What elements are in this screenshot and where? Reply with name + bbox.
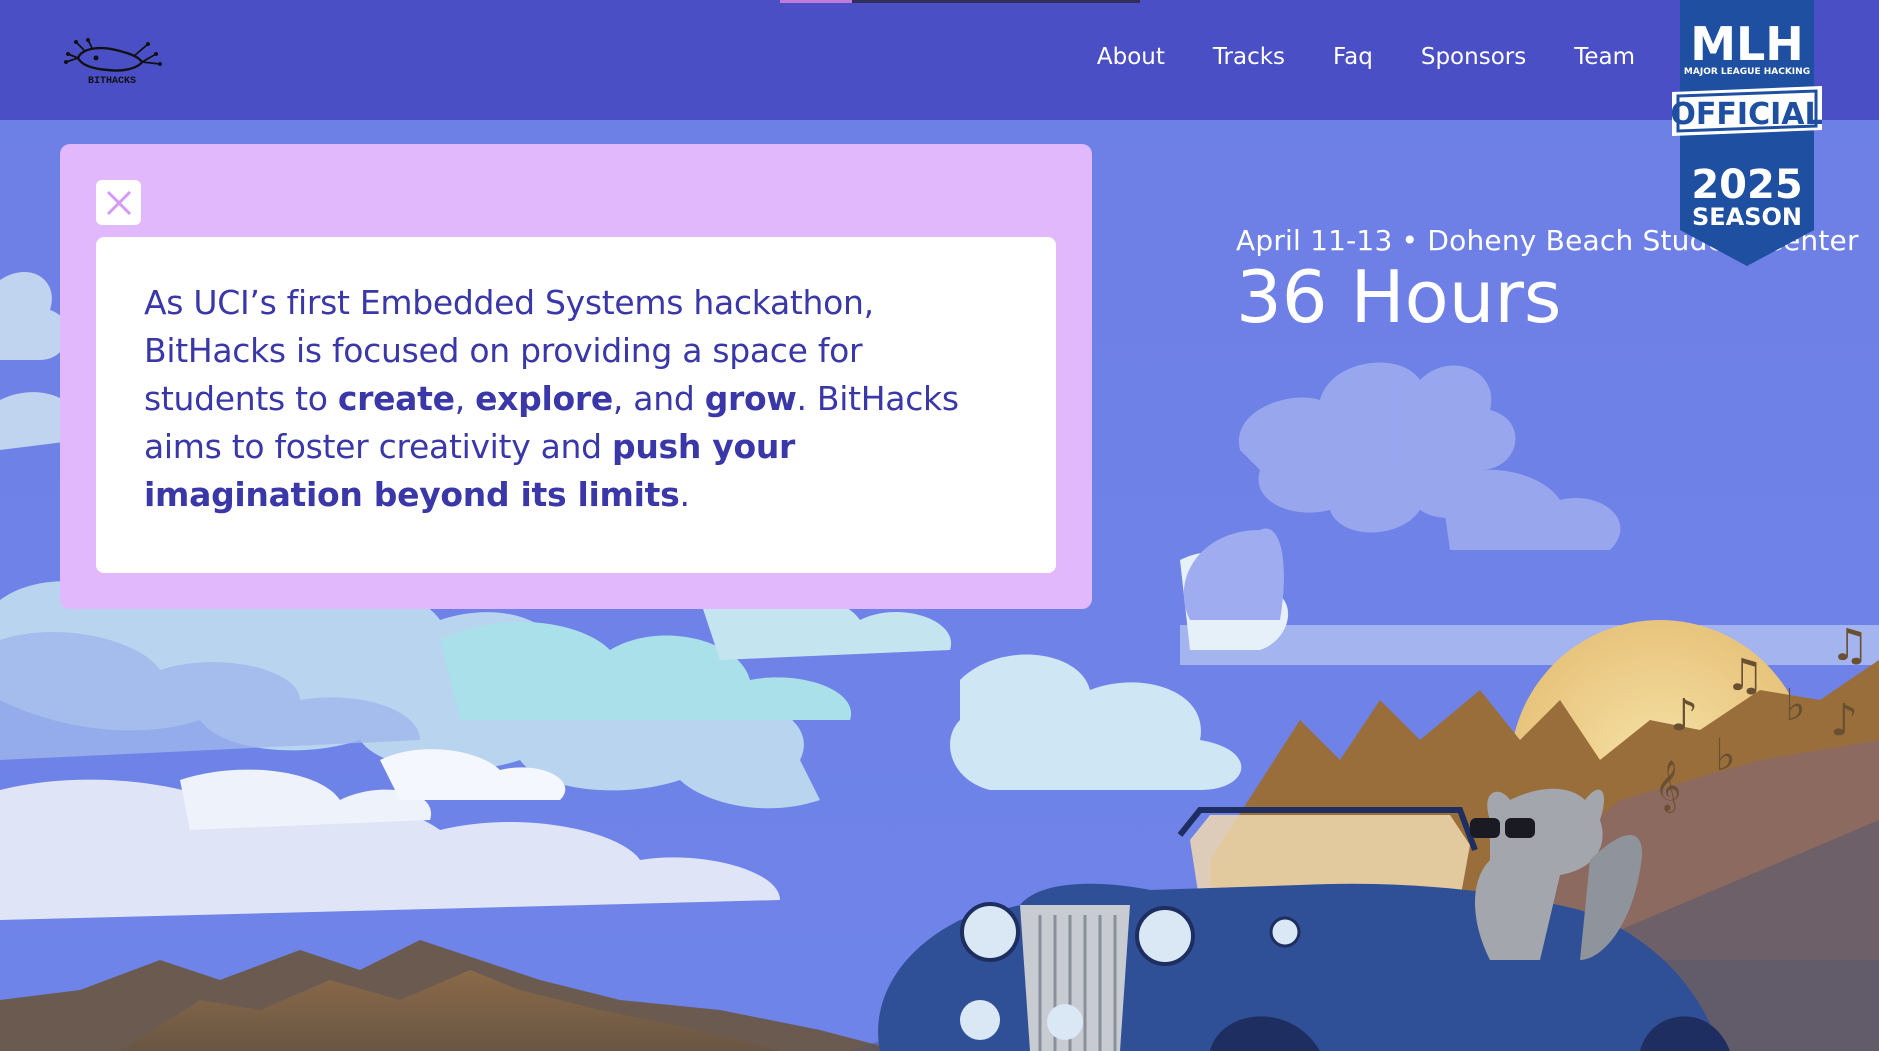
main-nav: About Tracks Faq Sponsors Team	[1097, 44, 1635, 70]
mlh-trust-badge[interactable]: MLH MAJOR LEAGUE HACKING OFFICIAL 2025 S…	[1672, 0, 1822, 266]
svg-text:♭: ♭	[1785, 680, 1806, 731]
nav-team[interactable]: Team	[1574, 44, 1635, 70]
svg-text:♫: ♫	[1830, 620, 1869, 671]
top-accent-bar	[780, 0, 1140, 3]
nav-faq[interactable]: Faq	[1333, 44, 1373, 70]
svg-text:♫: ♫	[1725, 650, 1764, 701]
nav-tracks[interactable]: Tracks	[1213, 44, 1285, 70]
svg-text:BITHACKS: BITHACKS	[88, 76, 136, 84]
emphasis-grow: grow	[704, 379, 797, 418]
close-button[interactable]	[96, 180, 141, 225]
mlh-season: SEASON	[1692, 203, 1802, 231]
emphasis-create: create	[337, 379, 455, 418]
about-text-sep1: ,	[454, 379, 476, 418]
top-navbar: BITHACKS About Tracks Faq Sponsors Team	[0, 0, 1879, 120]
svg-text:𝄞: 𝄞	[1655, 760, 1681, 813]
about-description: As UCI’s first Embedded Systems hackatho…	[144, 279, 1008, 519]
modal-content: As UCI’s first Embedded Systems hackatho…	[96, 237, 1056, 573]
svg-text:♭: ♭	[1715, 730, 1736, 781]
nav-about[interactable]: About	[1097, 44, 1165, 70]
about-text-sep2: , and	[612, 379, 705, 418]
event-duration: 36 Hours	[1236, 255, 1562, 339]
about-modal: As UCI’s first Embedded Systems hackatho…	[60, 144, 1092, 609]
bithacks-logo[interactable]: BITHACKS	[64, 36, 168, 84]
nav-sponsors[interactable]: Sponsors	[1421, 44, 1526, 70]
close-icon	[106, 190, 131, 215]
mlh-subtitle: MAJOR LEAGUE HACKING	[1684, 67, 1810, 77]
mlh-ribbon: OFFICIAL	[1672, 97, 1822, 132]
about-text-end: .	[679, 475, 690, 514]
emphasis-explore: explore	[475, 379, 613, 418]
svg-text:♪: ♪	[1670, 690, 1698, 741]
mlh-title: MLH	[1690, 17, 1804, 71]
svg-text:♪: ♪	[1830, 695, 1858, 746]
mlh-year: 2025	[1691, 162, 1802, 208]
